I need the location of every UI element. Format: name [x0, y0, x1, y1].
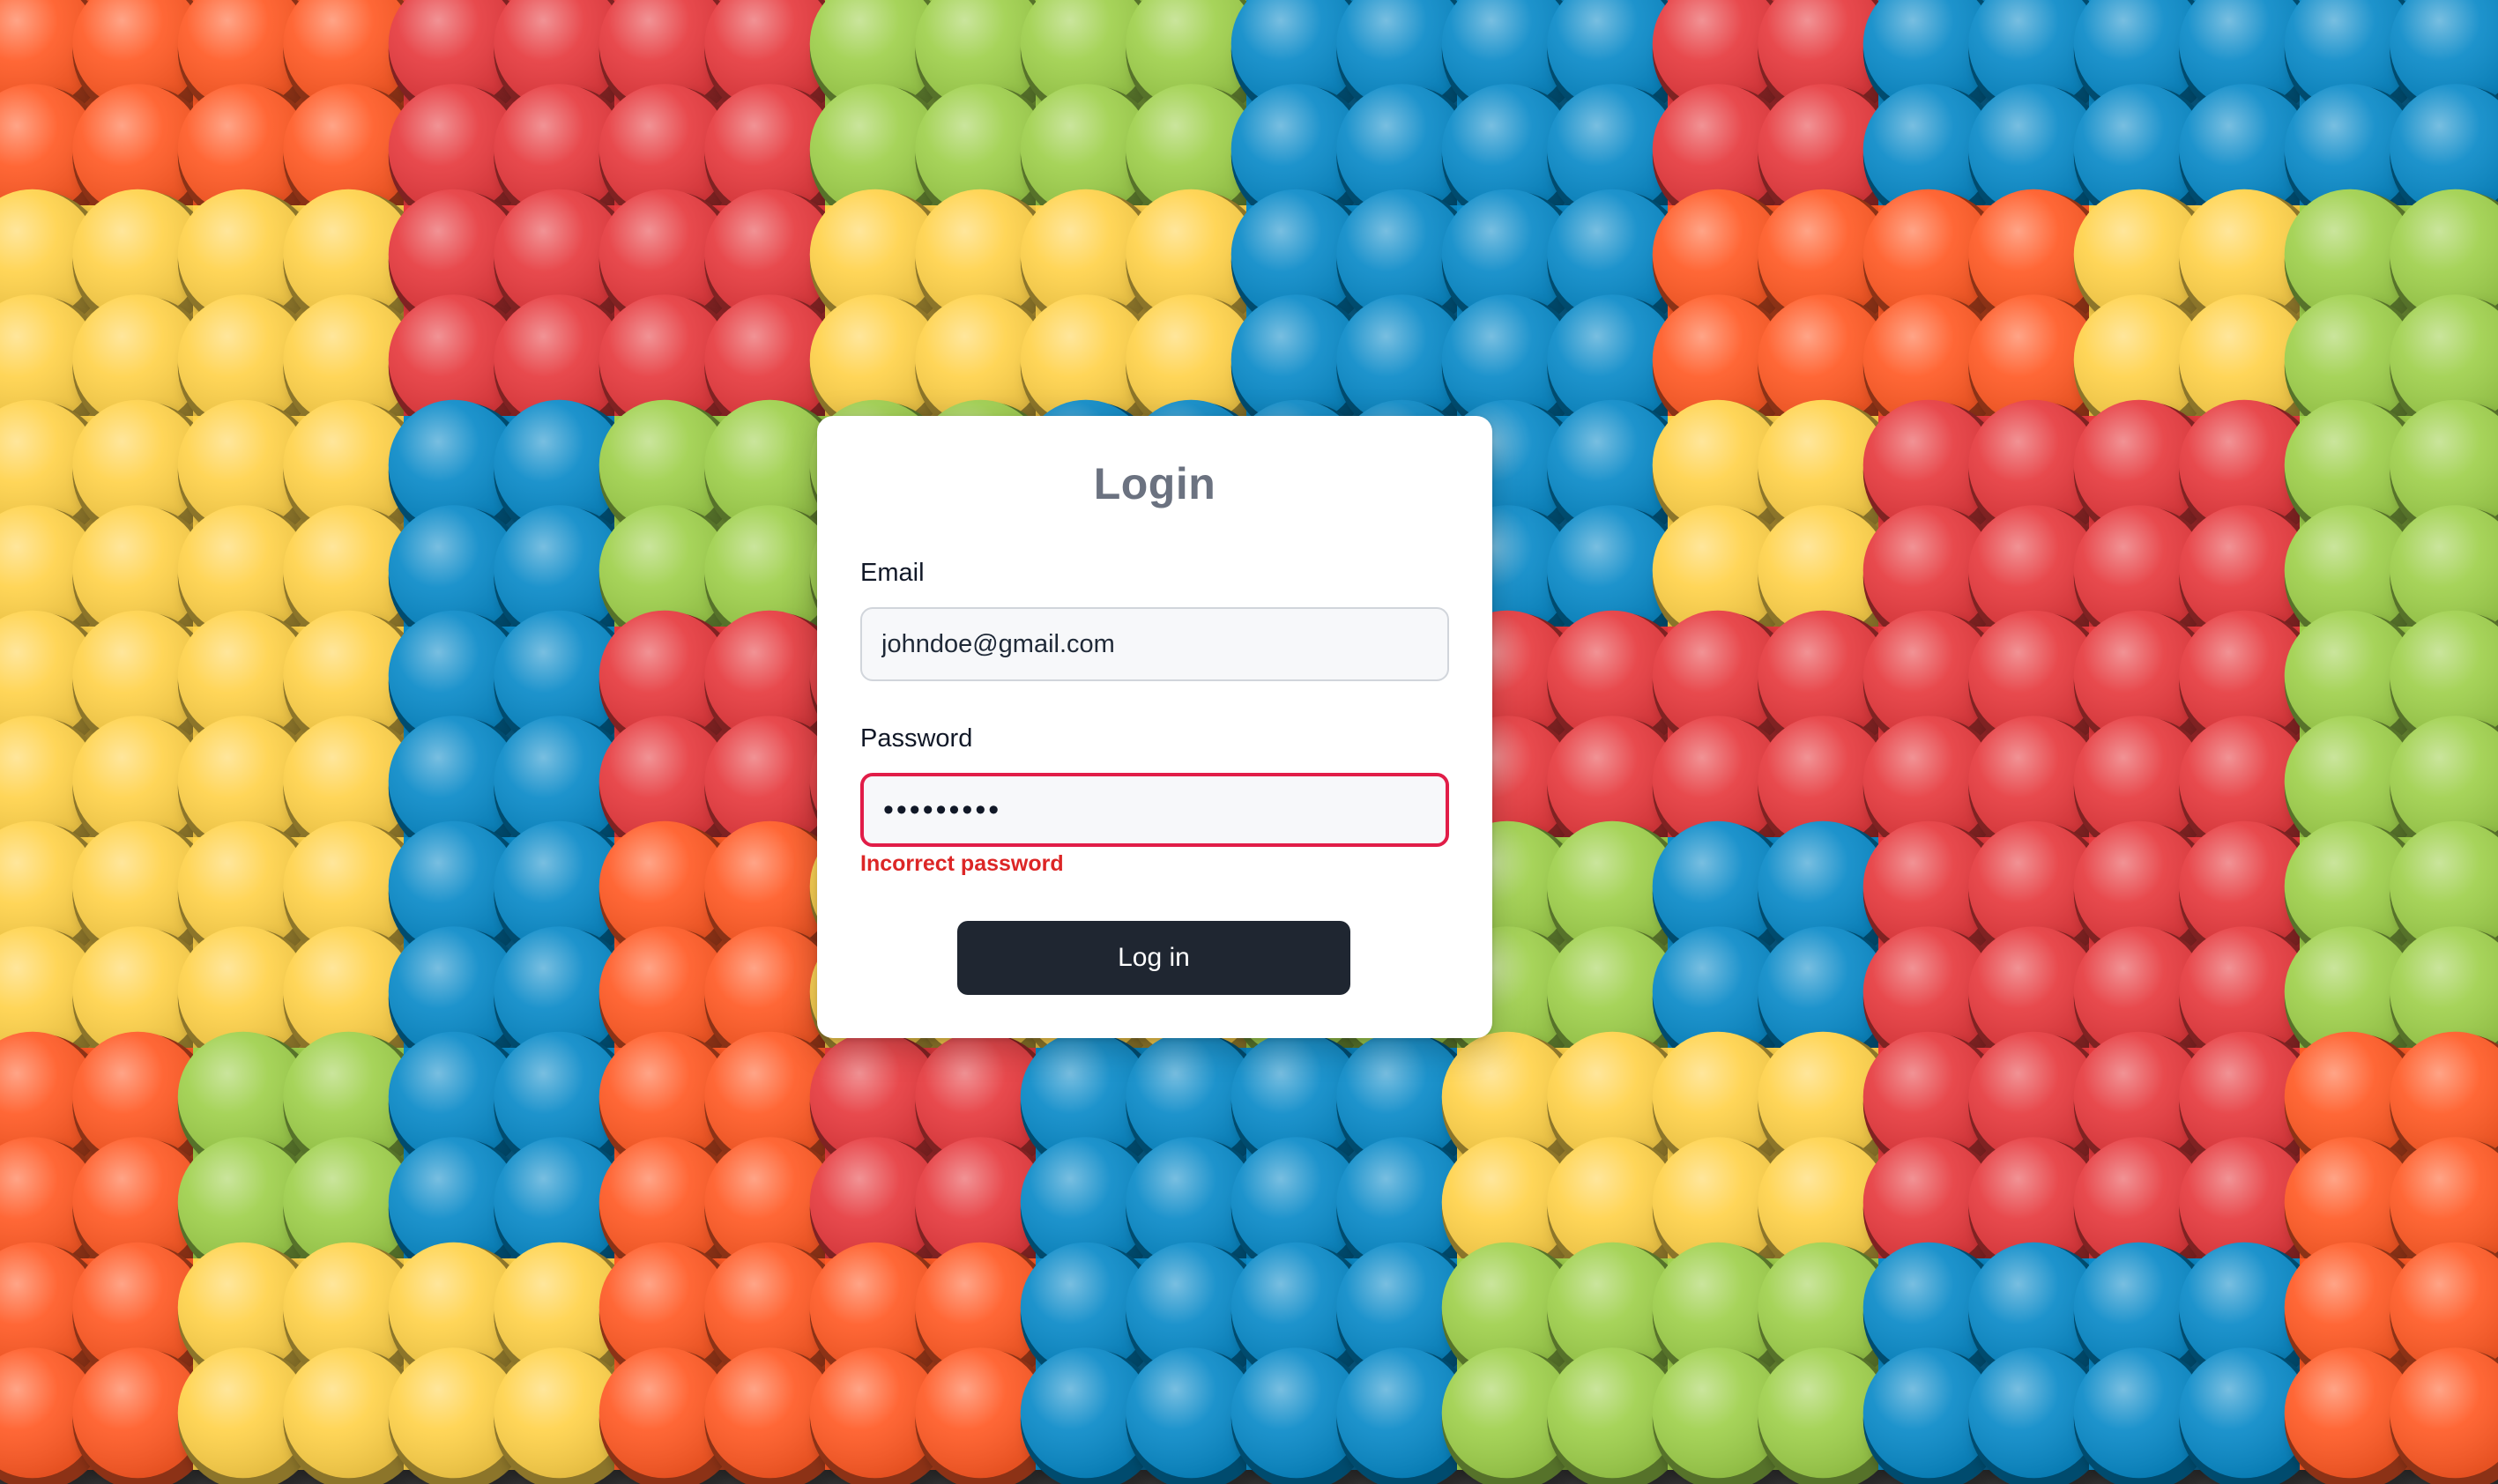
- login-button[interactable]: Log in: [957, 921, 1350, 995]
- password-label: Password: [860, 724, 973, 753]
- login-page: Login Email Password Incorrect password …: [0, 0, 2498, 1484]
- login-title: Login: [1093, 459, 1216, 508]
- email-label: Email: [860, 559, 925, 587]
- password-error-message: Incorrect password: [860, 851, 1064, 876]
- login-card: Login Email Password Incorrect password …: [817, 416, 1492, 1038]
- email-field[interactable]: [860, 607, 1449, 681]
- password-field[interactable]: [860, 773, 1449, 847]
